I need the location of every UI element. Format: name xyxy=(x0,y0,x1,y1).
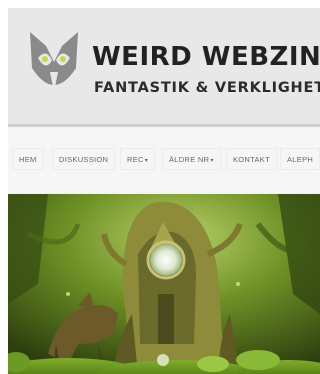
nav-item-hem[interactable]: HEM xyxy=(12,148,44,170)
nav-item-kontakt[interactable]: KONTAKT xyxy=(226,148,277,170)
fantasy-forest-illustration xyxy=(8,194,320,374)
main-nav: HEM DISKUSSION REC▾ ÄLDRE NR▾ KONTAKT AL… xyxy=(8,127,320,193)
page-frame: WEIRD WEBZINE FANTASTIK & VERKLIGHET HEM… xyxy=(8,8,320,374)
nav-label: ÄLDRE NR xyxy=(169,155,210,164)
nav-label: KONTAKT xyxy=(233,155,270,164)
nav-item-aleph[interactable]: ALEPH xyxy=(280,148,320,170)
nav-label: HEM xyxy=(19,155,37,164)
site-header: WEIRD WEBZINE FANTASTIK & VERKLIGHET xyxy=(8,8,320,124)
nav-item-rec[interactable]: REC▾ xyxy=(120,148,156,170)
nav-label: REC xyxy=(127,155,144,164)
nav-item-aldre-nr[interactable]: ÄLDRE NR▾ xyxy=(162,148,221,170)
hero-image[interactable] xyxy=(8,194,320,374)
site-title[interactable]: WEIRD WEBZINE xyxy=(92,42,320,72)
chevron-down-icon: ▾ xyxy=(210,158,214,164)
nav-item-diskussion[interactable]: DISKUSSION xyxy=(52,148,116,170)
nav-label: ALEPH xyxy=(287,155,314,164)
site-tagline: FANTASTIK & VERKLIGHET xyxy=(94,80,320,96)
nav-label: DISKUSSION xyxy=(59,155,109,164)
owl-logo-icon[interactable] xyxy=(24,28,84,98)
chevron-down-icon: ▾ xyxy=(144,158,149,164)
